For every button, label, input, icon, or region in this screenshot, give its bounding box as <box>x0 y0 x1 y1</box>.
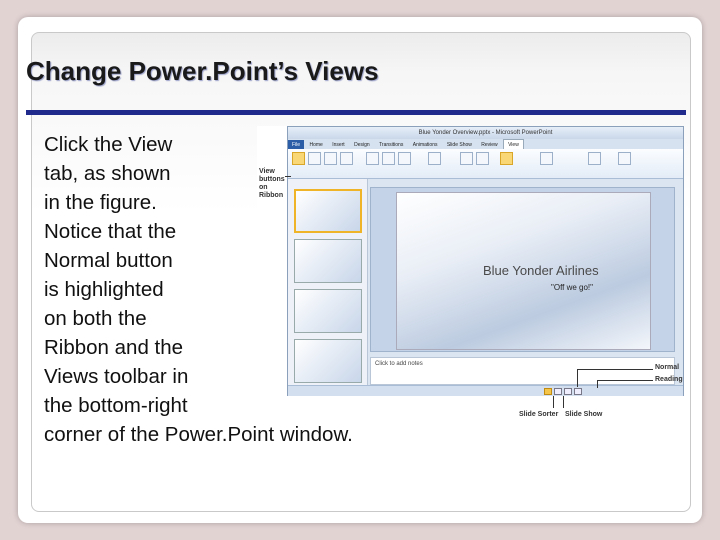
slide-thumbnail[interactable] <box>294 189 362 233</box>
reading-view-toolbar-button[interactable] <box>564 388 572 395</box>
powerpoint-screenshot-figure: View buttons on Ribbon Blue Yonder Overv… <box>257 126 684 423</box>
window-title: Blue Yonder Overview.pptx - Microsoft Po… <box>288 127 683 139</box>
new-window-button[interactable] <box>540 152 553 165</box>
callout-view-buttons: View buttons on Ribbon <box>259 168 285 199</box>
callout-normal: Normal <box>655 364 680 371</box>
normal-view-toolbar-button[interactable] <box>544 388 552 395</box>
color-button[interactable] <box>500 152 513 165</box>
slide-sorter-toolbar-button[interactable] <box>554 388 562 395</box>
slide-thumbnail[interactable] <box>294 289 362 333</box>
callout-leader <box>597 380 653 381</box>
callout-leader <box>285 176 291 177</box>
fit-to-window-button[interactable] <box>476 152 489 165</box>
body-line: corner of the Power.Point window. <box>44 423 353 446</box>
powerpoint-window: Blue Yonder Overview.pptx - Microsoft Po… <box>287 126 684 396</box>
title-rule <box>26 110 686 115</box>
ribbon-tabs: File Home Insert Design Transitions Anim… <box>288 139 683 150</box>
callout-slide-sorter: Slide Sorter <box>519 411 559 418</box>
zoom-button[interactable] <box>460 152 473 165</box>
slide-sorter-view-button[interactable] <box>308 152 321 165</box>
notes-placeholder: Click to add notes <box>375 361 423 367</box>
normal-view-button[interactable] <box>292 152 305 165</box>
slide-master-button[interactable] <box>366 152 379 165</box>
current-slide[interactable]: Blue Yonder Airlines "Off we go!" <box>396 192 651 350</box>
slide-show-toolbar-button[interactable] <box>574 388 582 395</box>
callout-leader <box>597 380 598 388</box>
switch-windows-button[interactable] <box>588 152 601 165</box>
handout-master-button[interactable] <box>382 152 395 165</box>
slide-heading: Blue Yonder Airlines <box>483 263 599 278</box>
slide-title: Change Power.Point’s Views <box>26 56 379 86</box>
callout-leader <box>577 369 578 387</box>
status-bar <box>288 385 683 396</box>
callout-reading: Reading <box>655 376 683 383</box>
reading-view-button[interactable] <box>340 152 353 165</box>
callout-leader <box>553 396 554 408</box>
callout-leader <box>577 369 653 370</box>
slides-panel <box>288 179 368 385</box>
notes-page-view-button[interactable] <box>324 152 337 165</box>
callout-leader <box>563 396 564 408</box>
slide-thumbnail[interactable] <box>294 239 362 283</box>
slide-thumbnail[interactable] <box>294 339 362 383</box>
view-ribbon <box>288 149 683 179</box>
callout-slide-show: Slide Show <box>565 411 603 418</box>
slide-editing-pane: Blue Yonder Airlines "Off we go!" <box>370 187 675 352</box>
macros-button[interactable] <box>618 152 631 165</box>
notes-master-button[interactable] <box>398 152 411 165</box>
slide-subtitle: "Off we go!" <box>551 283 593 292</box>
ruler-checkbox[interactable] <box>428 152 441 165</box>
